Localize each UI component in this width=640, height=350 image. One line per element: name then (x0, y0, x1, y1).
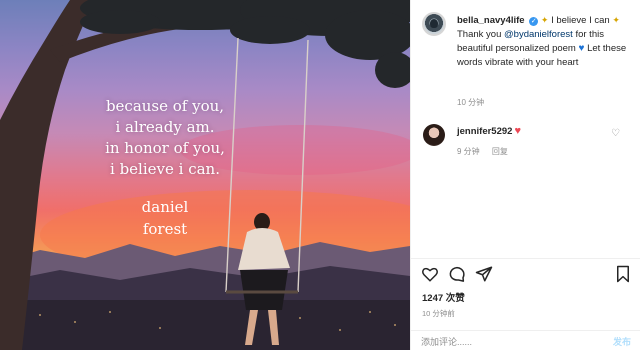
caption-thanks: Thank you (457, 29, 502, 40)
bee-icon: ✦ (540, 15, 549, 25)
author-avatar[interactable] (422, 12, 446, 36)
red-heart-icon: ♥ (514, 125, 521, 137)
verified-icon: ✓ (529, 17, 539, 26)
post-timestamp: 10 分钟前 (422, 309, 455, 318)
reply-button[interactable]: 回复 (492, 147, 508, 156)
blue-heart-icon: ♥ (578, 43, 585, 54)
mention-link[interactable]: @bydanielforest (504, 29, 573, 40)
poem-line: i already am. (115, 118, 215, 136)
post-caption: bella_navy4life ✓ ✦ I believe I can ✦ Th… (457, 13, 635, 70)
poem-line: because of you, (105, 97, 225, 115)
post-comment-button[interactable]: 发布 (613, 335, 631, 348)
post-viewer: because of you, i already am. in honor o… (0, 0, 640, 350)
poem-text: because of you, i already am. in honor o… (100, 96, 230, 180)
commenter-username[interactable]: jennifer5292 (457, 126, 512, 137)
action-bar (411, 258, 640, 286)
comment-icon[interactable] (448, 265, 466, 283)
add-comment-bar: 发布 (411, 330, 640, 350)
post-photo[interactable]: because of you, i already am. in honor o… (0, 0, 410, 350)
poem-line: in honor of you, (105, 139, 225, 157)
post-details-panel: bella_navy4life ✓ ✦ I believe I can ✦ Th… (410, 0, 640, 350)
signature-line: daniel (141, 198, 189, 216)
share-icon[interactable] (475, 265, 493, 283)
save-icon[interactable] (614, 265, 632, 283)
author-username[interactable]: bella_navy4life (457, 15, 525, 26)
like-icon[interactable] (421, 265, 439, 283)
comment-input[interactable] (421, 335, 581, 349)
poem-line: i believe i can. (110, 160, 220, 178)
like-count[interactable]: 1247 次赞 (422, 290, 465, 304)
signature-line: forest (142, 220, 188, 238)
commenter-avatar[interactable] (423, 124, 445, 146)
small-heart-icon[interactable]: ♡ (611, 128, 620, 139)
bee-icon: ✦ (612, 15, 620, 25)
poem-signature: daniel forest (125, 196, 205, 240)
caption-timestamp: 10 分钟 (457, 98, 485, 107)
comment: jennifer5292 ♥ (457, 125, 521, 137)
comment-timestamp: 9 分钟 (457, 147, 480, 156)
comment-meta: 9 分钟 回复 (457, 146, 518, 157)
caption-head: I believe I can (551, 15, 610, 26)
